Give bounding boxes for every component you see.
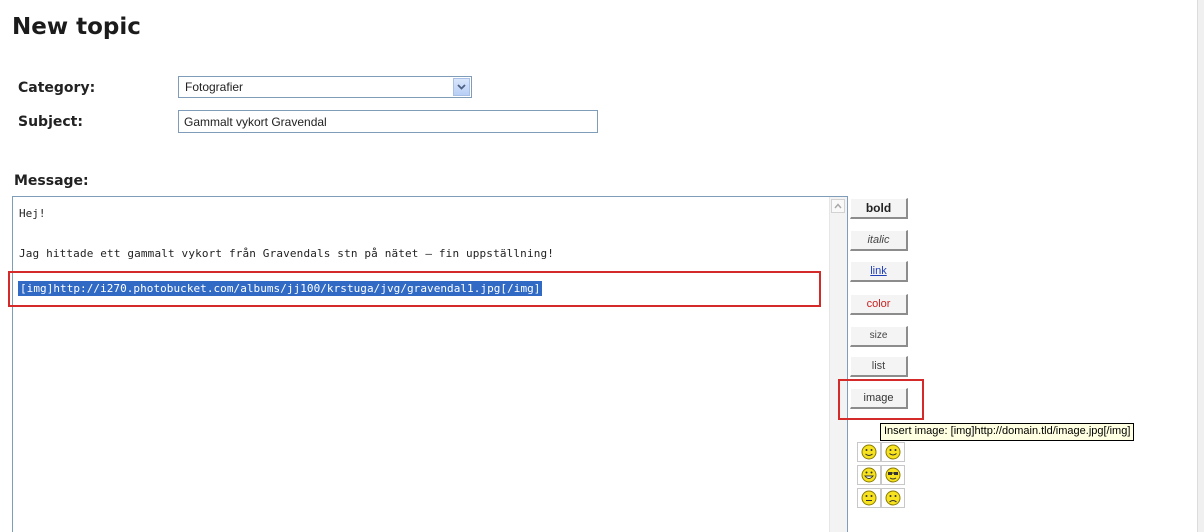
- list-button[interactable]: list: [850, 356, 908, 377]
- sad-icon[interactable]: [881, 488, 905, 508]
- smile-icon[interactable]: [857, 488, 881, 508]
- page-title: New topic: [12, 14, 141, 40]
- message-label: Message:: [14, 173, 89, 189]
- subject-input[interactable]: [178, 110, 598, 133]
- scroll-up-icon[interactable]: [831, 199, 845, 213]
- category-select[interactable]: Fotografier: [178, 76, 472, 98]
- smiley-grid: [853, 438, 907, 518]
- link-button[interactable]: link: [850, 261, 908, 282]
- italic-button[interactable]: italic: [850, 230, 908, 251]
- color-button[interactable]: color: [850, 294, 908, 315]
- category-selected-value: Fotografier: [185, 80, 244, 94]
- grin-icon[interactable]: [857, 465, 881, 485]
- vertical-scrollbar[interactable]: [829, 197, 847, 532]
- chevron-down-icon[interactable]: [453, 78, 470, 96]
- message-textarea[interactable]: Hej! Jag hittade ett gammalt vykort från…: [8, 196, 848, 532]
- size-button[interactable]: size: [850, 326, 908, 347]
- selected-img-tag-text[interactable]: [img]http://i270.photobucket.com/albums/…: [18, 281, 543, 296]
- bold-button[interactable]: bold: [850, 198, 908, 219]
- message-line: Hej!: [19, 207, 46, 220]
- message-line: Jag hittade ett gammalt vykort från Grav…: [19, 247, 555, 260]
- window-edge: [1197, 0, 1204, 532]
- category-label: Category:: [18, 80, 96, 96]
- selection-highlight-box: [img]http://i270.photobucket.com/albums/…: [8, 271, 821, 307]
- image-tooltip: Insert image: [img]http://domain.tld/ima…: [880, 423, 1135, 441]
- smile-icon[interactable]: [881, 442, 905, 462]
- image-button-highlight: [838, 379, 924, 420]
- cool-icon[interactable]: [881, 465, 905, 485]
- subject-label: Subject:: [18, 114, 83, 130]
- smile-icon[interactable]: [857, 442, 881, 462]
